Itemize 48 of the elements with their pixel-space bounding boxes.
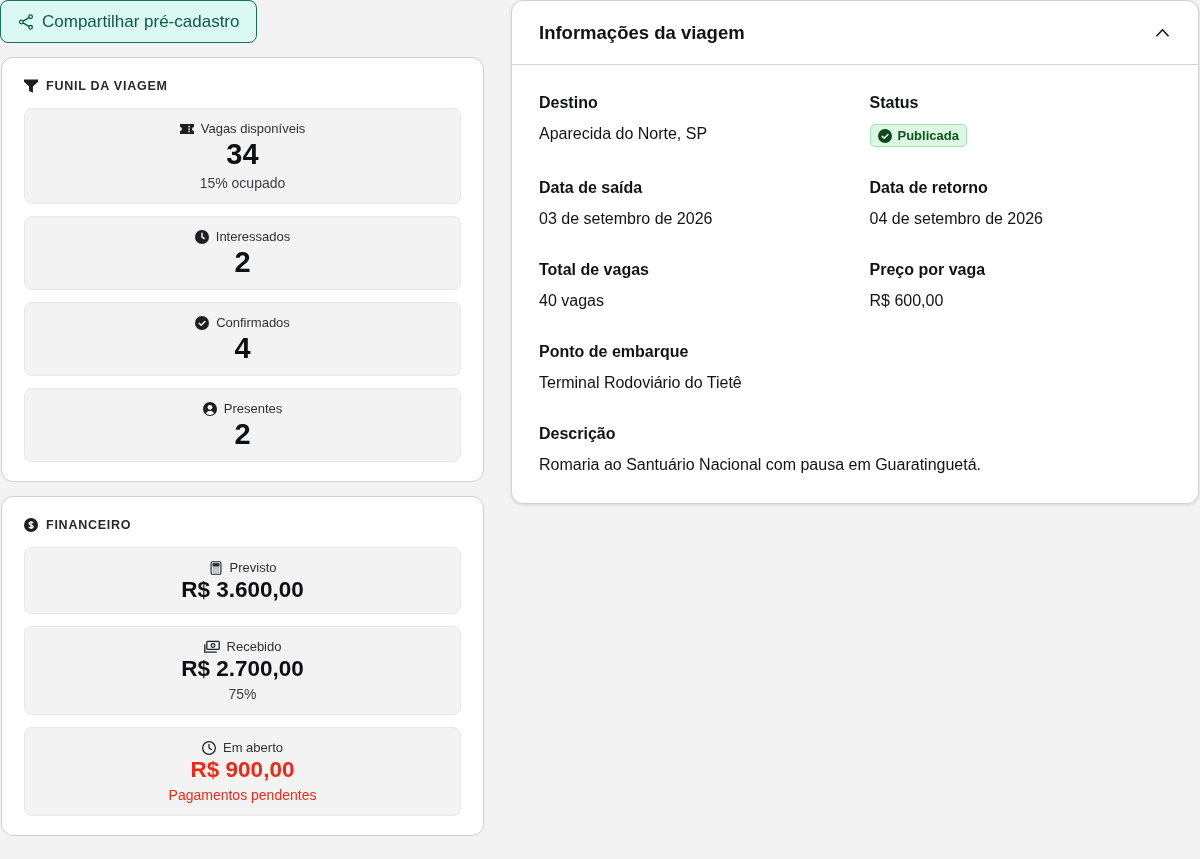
field-value: 04 de setembro de 2026 <box>869 209 1043 229</box>
stat-label: Vagas disponíveis <box>200 120 306 138</box>
stat-note: Pagamentos pendentes <box>168 786 317 804</box>
stat-value: R$ 3.600,00 <box>181 577 304 602</box>
field-value: 40 vagas <box>539 291 604 311</box>
panel-title: Informações da viagem <box>539 21 745 44</box>
field-label: Ponto de embarque <box>539 342 689 362</box>
check-circle-icon <box>877 128 892 143</box>
stat-note: 75% <box>228 685 257 703</box>
field-value: 03 de setembro de 2026 <box>539 209 713 229</box>
stat-value: R$ 2.700,00 <box>181 656 304 681</box>
stat-value: 4 <box>234 332 251 364</box>
user-circle-icon <box>202 402 217 416</box>
field-value: Terminal Rodoviário do Tietê <box>539 373 742 393</box>
stat-label: Previsto <box>229 559 277 577</box>
stat-label: Recebido <box>226 638 282 656</box>
share-icon <box>18 13 34 30</box>
card-title: FUNIL DA VIAGEM <box>46 78 168 93</box>
field-label: Total de vagas <box>539 260 649 280</box>
stat-label: Interessados <box>215 228 291 246</box>
field-label: Data de retorno <box>869 178 988 198</box>
funnel-icon <box>24 78 38 93</box>
field-label: Descrição <box>539 424 616 444</box>
field-value: R$ 600,00 <box>869 291 944 311</box>
share-button[interactable]: Compartilhar pré-cadastro <box>0 0 258 43</box>
field-label: Status <box>869 93 919 113</box>
calculator-icon <box>208 561 223 575</box>
stat-value: 2 <box>234 418 251 450</box>
stat-label: Confirmados <box>216 314 290 332</box>
stat-value: 34 <box>226 138 259 170</box>
field-value: Romaria ao Santuário Nacional com pausa em Guaratinguetá. <box>539 455 982 475</box>
stat-note: 15% ocupado <box>199 174 286 192</box>
field-value: Aparecida do Norte, SP <box>539 124 708 144</box>
stat-value: R$ 900,00 <box>190 757 295 782</box>
stat-label: Presentes <box>223 400 283 418</box>
field-label: Preço por vaga <box>869 260 986 280</box>
field-label: Destino <box>539 93 598 113</box>
status-text: Publicada <box>897 128 959 143</box>
stat-label: Em aberto <box>223 739 283 757</box>
card-title: FINANCEIRO <box>46 517 132 532</box>
clock-icon <box>202 741 216 755</box>
ticket-icon <box>179 122 194 136</box>
stat-value: 2 <box>234 246 251 278</box>
check-circle-icon <box>195 316 210 330</box>
dollar-circle-icon <box>24 517 38 532</box>
banknote-icon <box>203 639 220 655</box>
field-label: Data de saída <box>539 178 643 198</box>
clock-icon <box>194 230 209 244</box>
